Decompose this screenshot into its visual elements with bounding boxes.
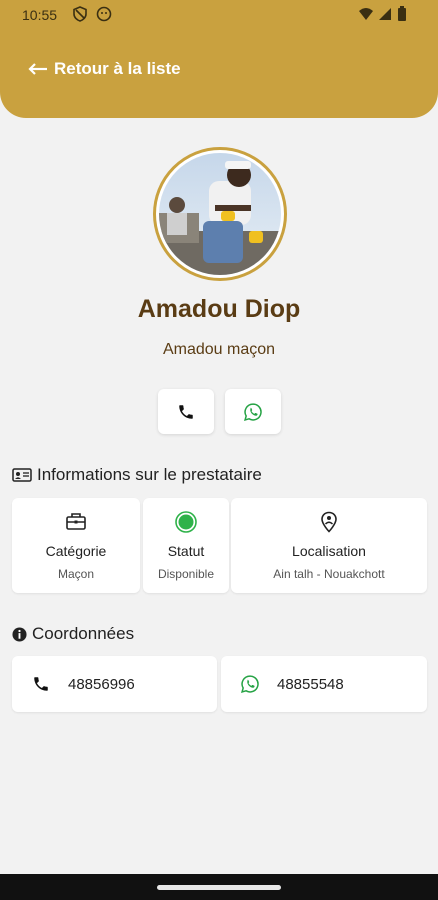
status-label: Statut [167,543,205,559]
status-value: Disponible [157,567,215,581]
location-card: Localisation Ain talh - Nouakchott [231,498,427,593]
contact-section-label: Coordonnées [32,624,135,643]
whatsapp-icon [239,674,261,694]
info-icon [12,626,27,642]
call-button[interactable] [158,389,214,434]
phone-number: 48856996 [68,675,135,693]
category-card: Catégorie Maçon [12,498,140,593]
phone-icon [179,404,193,419]
contact-section-title: Coordonnées [12,624,134,644]
location-value: Ain talh - Nouakchott [273,567,385,581]
whatsapp-icon [244,402,262,421]
system-nav-bar [0,874,438,900]
app-header: 10:55 Retour à la liste [0,0,438,118]
battery-icon [398,6,406,21]
whatsapp-number: 48855548 [277,675,344,693]
toolbox-icon [12,511,140,531]
arrow-left-icon [28,62,48,76]
face-icon [96,6,112,22]
location-pin-icon [231,511,427,533]
signal-icon [379,8,391,20]
info-section-title: Informations sur le prestataire [12,465,262,485]
worker-photo [159,153,281,275]
avatar [153,147,287,281]
provider-subtitle: Amadou maçon [162,341,276,358]
phone-contact-card[interactable]: 48856996 [12,656,217,712]
status-time: 10:55 [22,7,58,23]
status-dot-icon [143,511,229,533]
id-card-icon [12,467,32,483]
back-to-list-button[interactable]: Retour à la liste [28,57,181,81]
category-value: Maçon [57,567,95,581]
whatsapp-button[interactable] [225,389,281,434]
wifi-icon [359,8,373,20]
phone-icon [30,675,52,693]
status-card: Statut Disponible [143,498,229,593]
status-bar: 10:55 [0,0,438,30]
back-label: Retour à la liste [54,59,181,78]
whatsapp-contact-card[interactable]: 48855548 [221,656,427,712]
shield-icon [73,6,87,22]
provider-name: Amadou Diop [137,295,301,323]
home-gesture-handle[interactable] [157,885,281,890]
category-label: Catégorie [45,543,107,559]
location-label: Localisation [292,543,366,559]
info-section-label: Informations sur le prestataire [37,465,262,484]
